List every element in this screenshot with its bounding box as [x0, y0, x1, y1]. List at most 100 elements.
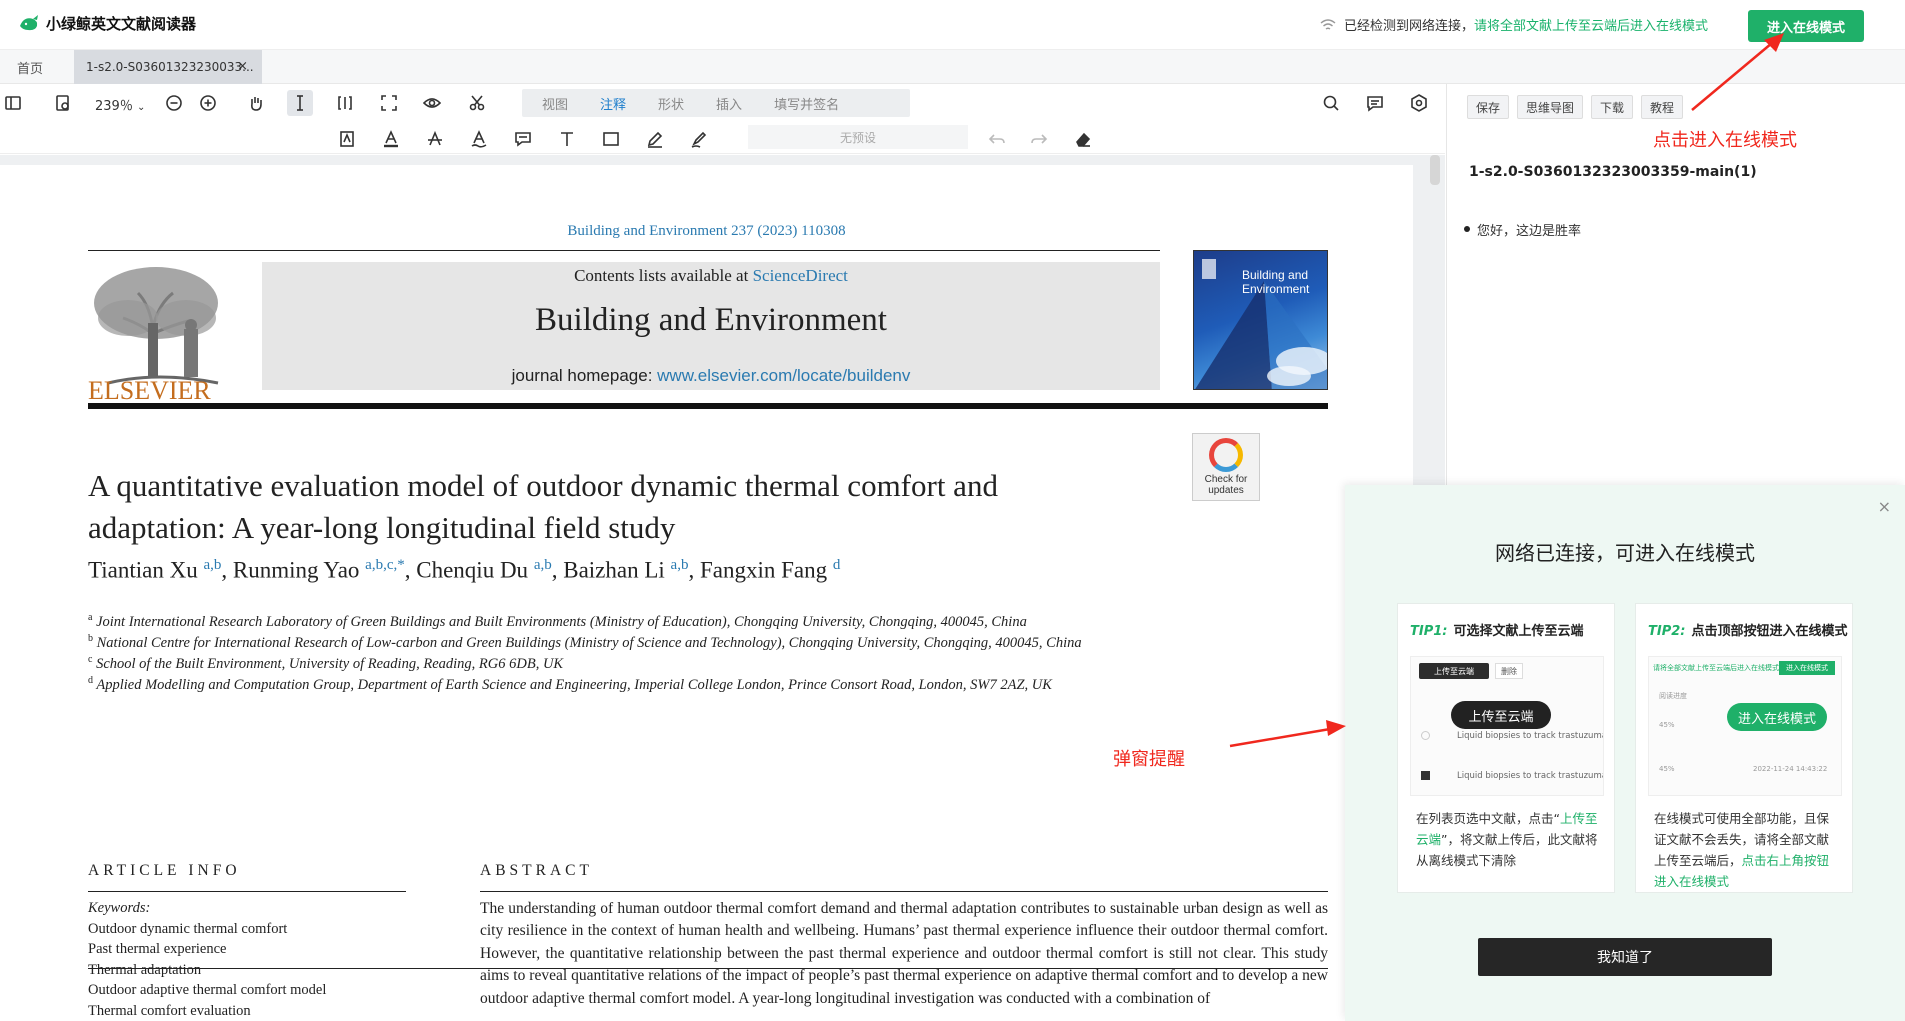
author-affil-sup[interactable]: a,b	[671, 557, 689, 573]
tip2-heading: TIP2: 点击顶部按钮进入在线模式	[1648, 620, 1848, 639]
enter-online-mode-button[interactable]: 进入在线模式	[1748, 10, 1864, 42]
affiliation: a Joint International Research Laborator…	[88, 612, 1027, 631]
tip1-heading: TIP1: 可选择文献上传至云端	[1410, 620, 1584, 639]
eraser-icon[interactable]	[1070, 126, 1096, 152]
check-updates-line1: Check for	[1204, 474, 1248, 485]
sciencedirect-link[interactable]: ScienceDirect	[753, 266, 848, 285]
author-name: Runming Yao	[232, 557, 360, 583]
affiliation-sup: d	[88, 675, 93, 686]
affiliation: b National Centre for International Rese…	[88, 633, 1082, 652]
zoom-out-icon[interactable]	[161, 90, 187, 116]
notes-toolbar: 保存 思维导图 下载 教程	[1467, 95, 1684, 119]
tab-document[interactable]: 1-s2.0-S03601323230033... ×	[74, 50, 262, 84]
vertical-scrollbar[interactable]	[1430, 155, 1440, 185]
marker-icon[interactable]	[686, 126, 712, 152]
save-button[interactable]: 保存	[1467, 95, 1510, 119]
got-it-button[interactable]: 我知道了	[1478, 938, 1772, 976]
network-status: 已经检测到网络连接， 请将全部文献上传至云端后进入在线模式	[1320, 15, 1708, 34]
highlight-text-icon[interactable]	[378, 126, 404, 152]
strikethrough-icon[interactable]	[422, 126, 448, 152]
keywords-heading: Keywords:	[88, 900, 151, 916]
author-affil-sup[interactable]: a,b,c,*	[365, 557, 405, 573]
undo-icon[interactable]	[984, 126, 1010, 152]
ill-delete-button: 删除	[1495, 663, 1523, 679]
hand-tool-icon[interactable]	[243, 90, 269, 116]
cover-title-line1: Building and	[1242, 268, 1309, 282]
mind-map-button[interactable]: 思维导图	[1517, 95, 1584, 119]
network-status-text: 已经检测到网络连接，	[1344, 19, 1475, 34]
search-icon[interactable]	[1318, 90, 1344, 116]
top-bar: 小绿鲸英文文献阅读器 已经检测到网络连接， 请将全部文献上传至云端后进入在线模式…	[0, 0, 1905, 50]
redo-icon[interactable]	[1026, 126, 1052, 152]
tab-insert[interactable]: 插入	[716, 94, 742, 113]
preset-select[interactable]: 无预设	[748, 125, 968, 149]
pen-icon[interactable]	[642, 126, 668, 152]
tab-fill-sign[interactable]: 填写并签名	[774, 94, 839, 113]
underline-icon[interactable]	[466, 126, 492, 152]
tab-annotate[interactable]: 注释	[600, 94, 626, 113]
split-view-icon[interactable]	[332, 90, 358, 116]
zoom-in-icon[interactable]	[195, 90, 221, 116]
tip2-illustration: 请将全部文献上传至云端后进入在线模式 进入在线模式 阅读进度 进入在线模式 45…	[1648, 656, 1842, 796]
download-button[interactable]: 下载	[1591, 95, 1634, 119]
close-icon[interactable]: ×	[1878, 497, 1891, 516]
article-title-line1: A quantitative evaluation model of outdo…	[88, 468, 998, 503]
tab-shape[interactable]: 形状	[658, 94, 684, 113]
pdf-page: Building and Environment 237 (2023) 1103…	[0, 165, 1413, 1021]
homepage-prefix: journal homepage:	[511, 366, 658, 385]
journal-header-box: Contents lists available at ScienceDirec…	[262, 262, 1160, 390]
ill-checkbox-checked	[1421, 771, 1430, 780]
tip2-card: TIP2: 点击顶部按钮进入在线模式 请将全部文献上传至云端后进入在线模式 进入在…	[1635, 603, 1853, 893]
author-affil-sup[interactable]: d	[833, 557, 841, 573]
cover-title: Building and Environment	[1242, 268, 1309, 297]
ill-percent: 45%	[1659, 721, 1675, 729]
annotation-online-hint: 点击进入在线模式	[1653, 130, 1797, 151]
annotation-popup-hint: 弹窗提醒	[1113, 749, 1185, 770]
sidebar-toggle-icon[interactable]	[0, 90, 26, 116]
note-item[interactable]: 您好，这边是胜率	[1463, 220, 1581, 239]
page-view-icon[interactable]	[50, 90, 76, 116]
author-name: Tiantian Xu	[88, 557, 198, 583]
affiliation-text: School of the Built Environment, Univers…	[96, 655, 564, 672]
settings-icon[interactable]	[1406, 90, 1432, 116]
ill-checkbox	[1421, 731, 1430, 740]
article-title-line2: adaptation: A year-long longitudinal fie…	[88, 510, 676, 545]
author-name: Chenqiu Du	[416, 557, 529, 583]
publisher-name: ELSEVIER	[88, 376, 211, 405]
tab-close-icon[interactable]: ×	[237, 59, 248, 74]
text-select-icon[interactable]	[287, 90, 313, 116]
check-updates-icon	[1209, 438, 1243, 472]
chevron-down-icon: ⌄	[136, 102, 146, 113]
author-affil-sup[interactable]: a,b	[534, 557, 552, 573]
text-icon[interactable]	[554, 126, 580, 152]
rectangle-icon[interactable]	[598, 126, 624, 152]
comment-list-icon[interactable]	[1362, 90, 1388, 116]
fullscreen-icon[interactable]	[376, 90, 402, 116]
document-viewer[interactable]: Building and Environment 237 (2023) 1103…	[0, 155, 1445, 1021]
text-box-icon[interactable]	[334, 126, 360, 152]
tip2-title: 点击顶部按钮进入在线模式	[1691, 624, 1848, 639]
author-affil-sup[interactable]: a,b	[203, 557, 221, 573]
abstract-heading: ABSTRACT	[480, 862, 593, 879]
affiliation-sup: c	[88, 654, 93, 665]
annotation-toolbar: 无预设	[0, 120, 1445, 154]
tip1-desc-post: ”，将文献上传后，此文献将从离线模式下清除	[1416, 832, 1598, 868]
tab-view[interactable]: 视图	[542, 94, 568, 113]
zoom-level[interactable]: 239％ ⌄	[95, 95, 145, 114]
homepage-link[interactable]: www.elsevier.com/locate/buildenv	[657, 366, 910, 385]
eye-icon[interactable]	[419, 90, 445, 116]
ill-top-button: 进入在线模式	[1779, 661, 1835, 675]
affiliation-sup: b	[88, 633, 93, 644]
tab-home[interactable]: 首页	[0, 50, 60, 84]
comment-icon[interactable]	[510, 126, 536, 152]
keyword-item: Thermal comfort evaluation	[88, 1002, 251, 1019]
author-name: Fangxin Fang	[699, 557, 828, 583]
check-for-updates-badge[interactable]: Check for updates	[1192, 433, 1260, 501]
scissors-icon[interactable]	[464, 90, 490, 116]
zoom-value: 239％	[95, 99, 133, 114]
tip1-number: TIP1:	[1410, 624, 1448, 639]
tip1-card: TIP1: 可选择文献上传至云端 上传至云端 删除 上传至云端 Liquid bi…	[1397, 603, 1615, 893]
network-upload-link[interactable]: 请将全部文献上传至云端后进入在线模式	[1474, 15, 1708, 34]
tip2-description: 在线模式可使用全部功能，且保证文献不会丢失，请将全部文献上传至云端后，点击右上角…	[1654, 808, 1840, 892]
tutorial-button[interactable]: 教程	[1641, 95, 1684, 119]
